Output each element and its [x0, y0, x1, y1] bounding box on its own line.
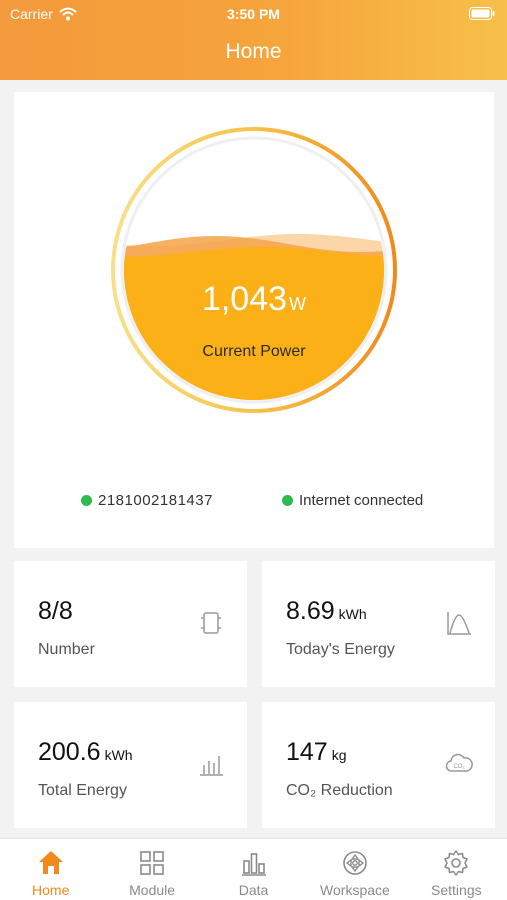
tab-label: Workspace: [320, 882, 390, 898]
stat-card-total-energy[interactable]: 200.6 kWh Total Energy: [14, 702, 247, 828]
bar-chart-icon: [241, 853, 266, 876]
power-unit: W: [289, 294, 307, 314]
tab-label: Module: [129, 882, 176, 898]
tab-label: Data: [238, 882, 269, 898]
clock: 3:50 PM: [227, 6, 280, 22]
stat-card-number[interactable]: 8/8 Number: [14, 561, 247, 687]
current-power-label: Current Power: [202, 343, 306, 360]
gear-icon: [444, 850, 469, 876]
stat-unit: kWh: [104, 747, 133, 763]
grid-icon: [140, 851, 164, 875]
power-gauge: 1,043 W Current Power: [109, 125, 399, 415]
stat-label: Total Energy: [38, 782, 127, 799]
stat-label: Number: [38, 641, 95, 658]
tab-settings[interactable]: Settings: [406, 839, 507, 900]
co2-cloud-icon: CO₂: [445, 753, 473, 772]
internet-status: Internet connected: [282, 492, 423, 509]
stat-value: 8/8: [38, 597, 77, 626]
stat-number: 200.6: [38, 738, 101, 766]
tab-label: Home: [32, 882, 70, 898]
wave-front: [124, 247, 384, 400]
page-title: Home: [225, 40, 282, 63]
header-bar: Carrier 3:50 PM Home: [0, 0, 507, 80]
stat-card-today-energy[interactable]: 8.69 kWh Today's Energy: [262, 561, 495, 687]
stat-number: 8.69: [286, 597, 335, 625]
internet-status-label: Internet connected: [299, 492, 424, 509]
stat-unit: kWh: [338, 606, 367, 622]
stat-number: 8/8: [38, 597, 73, 625]
tab-bar: Home Module Data Workspace Settings: [0, 838, 507, 900]
tab-data[interactable]: Data: [203, 839, 304, 900]
module-chip-icon: [201, 612, 221, 634]
stat-unit: kg: [331, 747, 347, 763]
stat-card-co2-reduction[interactable]: 147 kg CO₂ Reduction CO₂: [262, 702, 495, 828]
status-bar: Carrier 3:50 PM: [0, 0, 507, 28]
tab-module[interactable]: Module: [101, 839, 202, 900]
power-card: 1,043 W Current Power 2181002181437 Inter…: [14, 92, 494, 548]
stat-label: CO₂ Reduction: [286, 782, 393, 799]
home-icon: [38, 851, 63, 874]
stat-label: Today's Energy: [286, 641, 395, 658]
current-power-value: 1,043 W: [109, 280, 399, 319]
stat-value: 8.69 kWh: [286, 597, 367, 626]
device-serial: 2181002181437: [98, 492, 213, 509]
stat-number: 147: [286, 738, 328, 766]
online-dot-icon: [81, 495, 92, 506]
device-status: 2181002181437: [81, 492, 213, 509]
tab-home[interactable]: Home: [0, 839, 101, 900]
energy-curve-icon: [447, 612, 471, 635]
stat-value: 147 kg: [286, 738, 347, 767]
tab-workspace[interactable]: Workspace: [304, 839, 405, 900]
bar-chart-icon: [200, 756, 223, 776]
workspace-icon: [343, 851, 367, 875]
stat-value: 200.6 kWh: [38, 738, 133, 767]
online-dot-icon: [282, 495, 293, 506]
tab-label: Settings: [431, 882, 482, 898]
gauge-graphic: [111, 127, 397, 413]
power-number: 1,043: [201, 280, 288, 318]
svg-text:CO₂: CO₂: [453, 764, 465, 770]
battery-icon: [469, 7, 495, 20]
